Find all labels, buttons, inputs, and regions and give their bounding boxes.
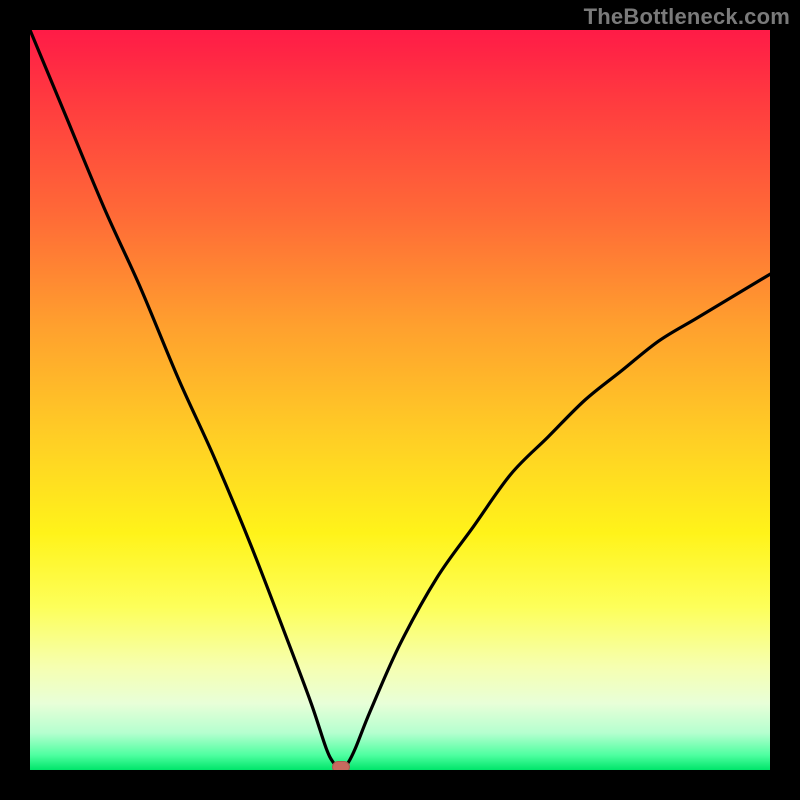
curve-svg xyxy=(30,30,770,770)
curve-path xyxy=(30,30,770,770)
chart-frame: TheBottleneck.com xyxy=(0,0,800,800)
plot-area xyxy=(30,30,770,770)
min-marker xyxy=(332,761,350,770)
attribution-text: TheBottleneck.com xyxy=(584,4,790,30)
